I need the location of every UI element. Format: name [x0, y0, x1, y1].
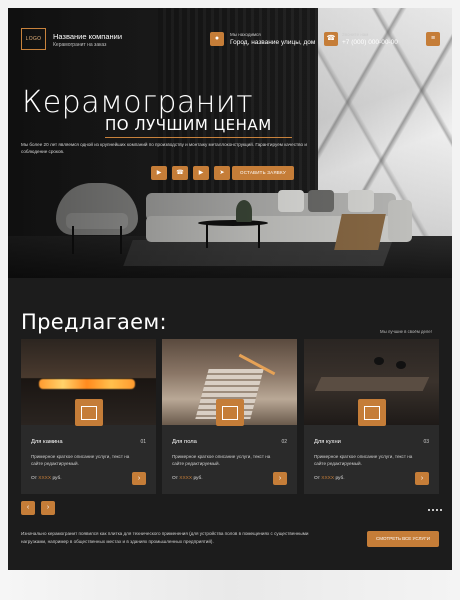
card-arrow-button[interactable]: › [273, 472, 287, 485]
page: LOGO Название компании Керамогранит на з… [8, 8, 452, 570]
hero-underline [105, 137, 292, 138]
telegram-icon[interactable]: ➤ [214, 166, 230, 180]
service-card[interactable]: Для кухни 03 Примерное краткое описание … [304, 339, 439, 494]
fire-flames [39, 379, 135, 389]
service-card[interactable]: Для камина 01 Примерное краткое описание… [21, 339, 156, 494]
address-label: Мы находимся [230, 32, 261, 37]
menu-icon[interactable]: ≡ [426, 32, 440, 46]
location-pin-icon: ● [210, 32, 224, 46]
company-name: Название компании [53, 32, 123, 41]
card-title: Для пола [172, 439, 197, 445]
price-prefix: От [31, 476, 37, 481]
price-unit: руб. [193, 476, 203, 481]
carousel-dots[interactable] [428, 509, 442, 511]
price-amount: XXXX [179, 476, 193, 481]
view-all-services-button[interactable]: СМОТРЕТЬ ВСЕ УСЛУГИ [367, 531, 439, 547]
fireplace-icon [75, 399, 103, 426]
footer-marble-strip [0, 570, 460, 600]
price-prefix: От [172, 476, 178, 481]
hero-subtitle: ПО ЛУЧШИМ ЦЕНАМ [105, 116, 272, 134]
leave-request-button[interactable]: ОСТАВИТЬ ЗАЯВКУ [232, 166, 294, 180]
logo[interactable]: LOGO [21, 28, 46, 50]
phone-icon: ☎ [324, 32, 338, 46]
youtube-icon[interactable]: ▶ [193, 166, 209, 180]
card-description: Примерное краткое описание услуги, текст… [314, 454, 413, 466]
address-value: Город, название улицы, дом [230, 39, 316, 46]
price-unit: руб. [52, 476, 62, 481]
service-card[interactable]: Для пола 02 Примерное краткое описание у… [162, 339, 297, 494]
section-description: Изначально керамогранит появился как пли… [21, 531, 309, 544]
whatsapp-icon[interactable]: ▶ [151, 166, 167, 180]
card-number: 03 [423, 439, 429, 445]
section-title: Предлагаем: [21, 310, 167, 334]
price-amount: XXXX [38, 476, 52, 481]
hero-section: LOGO Название компании Керамогранит на з… [8, 8, 452, 278]
card-price: От XXXX руб. [172, 476, 203, 481]
card-price: От XXXX руб. [314, 476, 345, 481]
stairs-icon [216, 399, 244, 426]
dining-table [314, 377, 430, 391]
section-note: Мы лучшие в своём деле! [380, 329, 432, 334]
card-price: От XXXX руб. [31, 476, 62, 481]
card-description: Примерное краткое описание услуги, текст… [172, 454, 271, 466]
prev-arrow-button[interactable]: ‹ [21, 501, 35, 515]
hero-description: Мы более 20 лет являемся одной из крупне… [21, 142, 307, 154]
next-arrow-button[interactable]: › [41, 501, 55, 515]
pendant-lamp [396, 361, 406, 369]
card-title: Для камина [31, 439, 63, 445]
card-arrow-button[interactable]: › [132, 472, 146, 485]
kitchen-icon [358, 399, 386, 426]
price-prefix: От [314, 476, 320, 481]
phone-value[interactable]: +7 (000) 000-00-00 [342, 39, 398, 46]
price-unit: руб. [335, 476, 345, 481]
company-tagline: Керамогранит на заказ [53, 42, 107, 48]
card-number: 02 [281, 439, 287, 445]
phone-label: Звоните нам [342, 32, 369, 37]
pendant-lamp [374, 357, 384, 365]
card-title: Для кухни [314, 439, 341, 445]
viber-icon[interactable]: ☎ [172, 166, 188, 180]
price-amount: XXXX [321, 476, 335, 481]
card-number: 01 [140, 439, 146, 445]
card-arrow-button[interactable]: › [415, 472, 429, 485]
card-description: Примерное краткое описание услуги, текст… [31, 454, 130, 466]
hero-title: Керамогранит [22, 85, 254, 120]
